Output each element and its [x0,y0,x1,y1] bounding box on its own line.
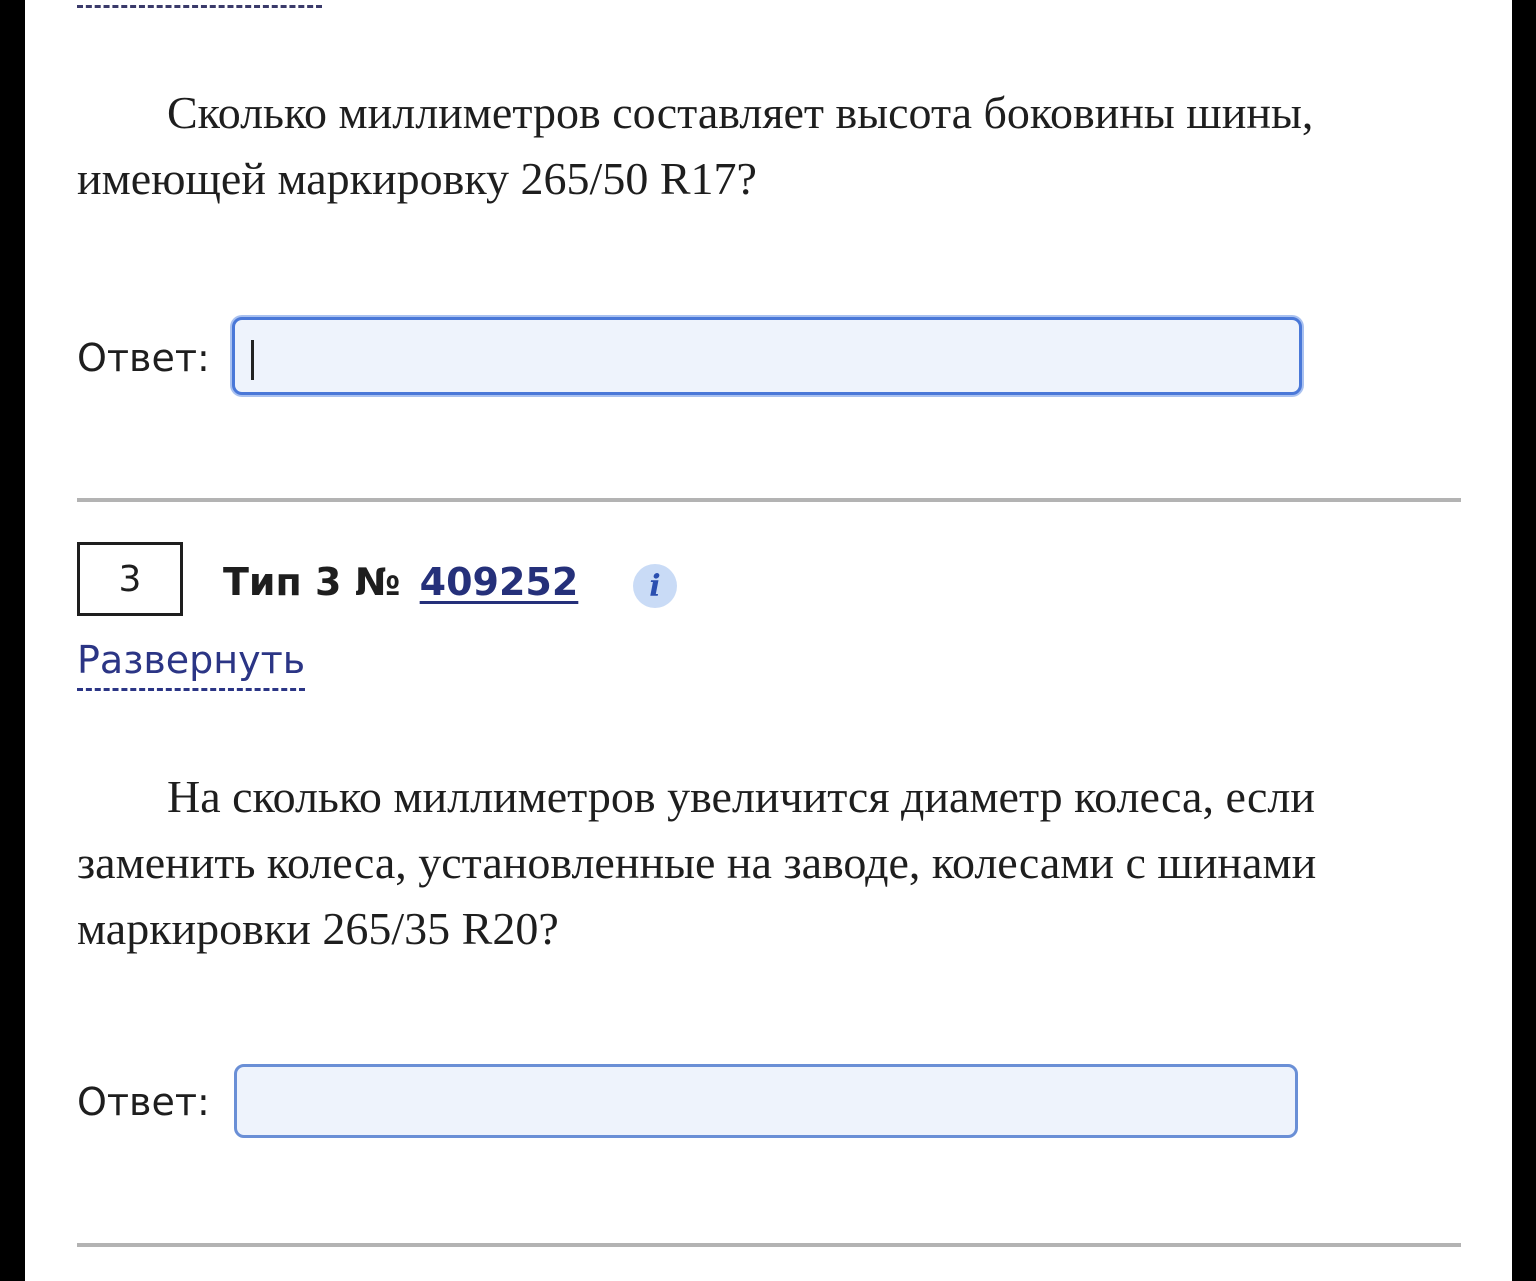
task-type-label: Тип 3 № [223,560,401,604]
answer-label: Ответ: [77,1080,210,1124]
question-3-text: На сколько миллиметров увеличится диамет… [77,764,1457,962]
divider [77,498,1461,502]
previous-expand-link-underline[interactable] [77,0,322,8]
task-id-link[interactable]: 409252 [420,560,579,604]
question-2-body: Сколько миллиметров составляет высота бо… [77,87,1314,204]
question-3-body: На сколько миллиметров увеличится диамет… [77,771,1317,954]
expand-link[interactable]: Развернуть [77,638,306,691]
task-number-box: 3 [77,542,183,616]
answer-label: Ответ: [77,336,210,380]
question-2-text: Сколько миллиметров составляет высота бо… [77,80,1457,212]
page: Сколько миллиметров составляет высота бо… [25,0,1512,1281]
answer-input-question-3[interactable] [234,1064,1298,1138]
divider [77,1243,1461,1247]
text-cursor [251,340,254,380]
task-header: Тип 3 № 409252 [223,560,578,604]
info-icon[interactable]: i [633,564,677,608]
answer-input-question-2[interactable] [232,317,1302,395]
